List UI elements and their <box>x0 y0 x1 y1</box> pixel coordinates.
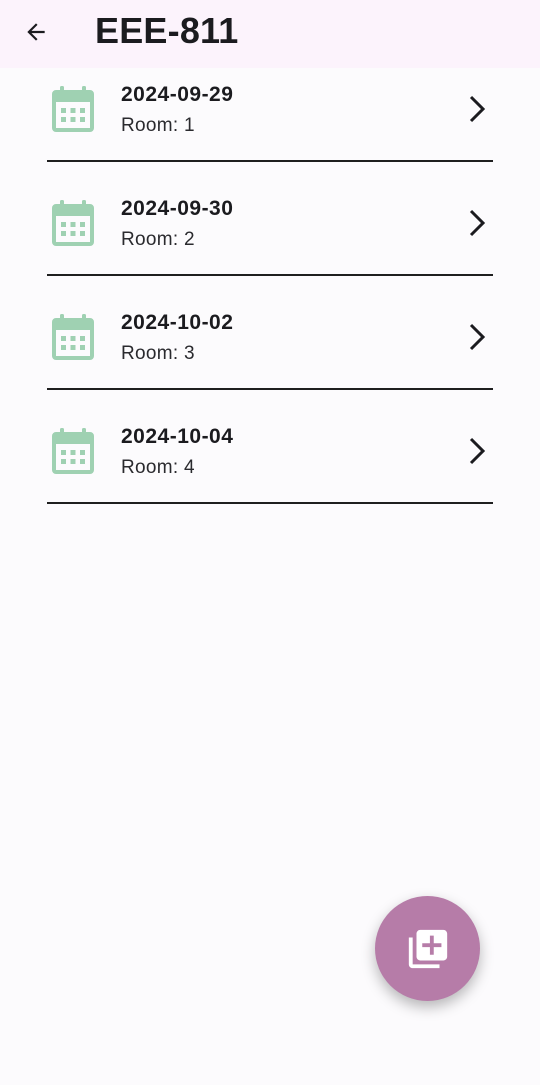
calendar-icon <box>52 200 94 246</box>
session-date: 2024-10-02 <box>121 311 234 334</box>
chevron-right-icon <box>469 95 486 123</box>
session-date: 2024-09-30 <box>121 197 234 220</box>
calendar-icon <box>52 428 94 474</box>
session-room: Room: 2 <box>121 229 195 250</box>
add-session-button[interactable] <box>375 896 480 1001</box>
arrow-left-icon <box>27 23 45 41</box>
library-add-icon <box>408 929 447 968</box>
session-date: 2024-09-29 <box>121 83 234 106</box>
chevron-right-icon <box>469 209 486 237</box>
list-item[interactable]: 2024-09-30 Room: 2 <box>47 162 493 276</box>
session-room: Room: 3 <box>121 343 195 364</box>
page-title: EEE-811 <box>95 10 239 51</box>
chevron-right-icon <box>469 437 486 465</box>
chevron-right-icon <box>469 323 486 351</box>
session-date: 2024-10-04 <box>121 425 234 448</box>
back-button[interactable] <box>14 12 58 52</box>
session-room: Room: 4 <box>121 457 195 478</box>
list-item[interactable]: 2024-10-02 Room: 3 <box>47 276 493 390</box>
screen: EEE-811 2024-09-29 Room: 1 <box>0 0 540 1085</box>
calendar-icon <box>52 314 94 360</box>
calendar-icon <box>52 86 94 132</box>
app-bar-overlay: EEE-811 <box>0 0 540 68</box>
list-item[interactable]: 2024-10-04 Room: 4 <box>47 390 493 504</box>
session-room: Room: 1 <box>121 115 195 136</box>
